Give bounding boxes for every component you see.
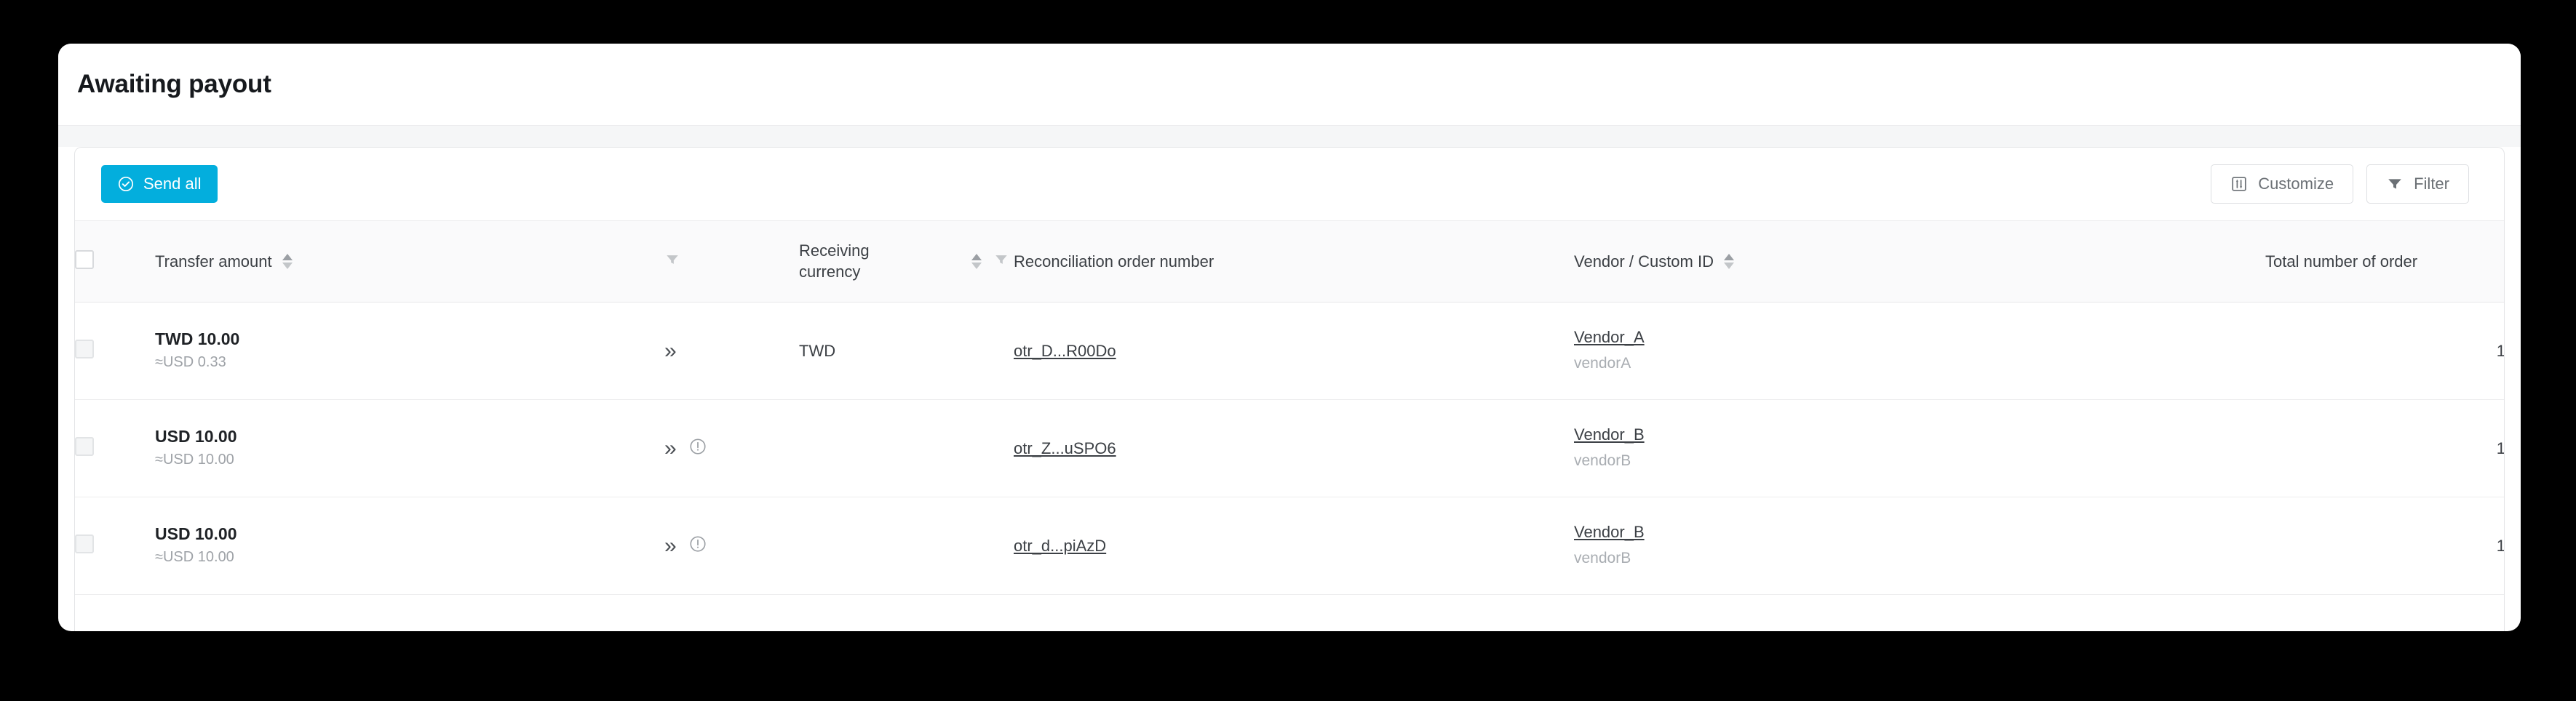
row-vendor-name-link[interactable]: Vendor_B	[1574, 522, 2265, 543]
row-amount: USD 10.00	[155, 524, 237, 543]
row-amount-cell: USD 10.00 ≈USD 10.00	[155, 399, 664, 497]
filter-button[interactable]: Filter	[2366, 164, 2469, 204]
row-vendor-id: vendorB	[1574, 452, 1631, 469]
header-transfer-amount-label: Transfer amount	[155, 252, 272, 271]
select-all-checkbox[interactable]	[75, 249, 94, 269]
header-select-all-cell	[75, 220, 155, 303]
header-receiving-currency-label: Receiving currency	[799, 241, 870, 281]
sliders-icon	[2230, 175, 2248, 193]
row-vendor-name-link[interactable]: Vendor_B	[1574, 425, 2265, 446]
row-amount-cell: TWD 10.00 ≈USD 0.33	[155, 302, 664, 400]
row-receiving-currency: TWD	[799, 341, 836, 360]
sort-vendor-custom-id-icon[interactable]	[1723, 254, 1734, 269]
header-total-number-of-order: Total number of order	[2265, 220, 2504, 303]
header-vendor-custom-id-label: Vendor / Custom ID	[1574, 252, 1714, 271]
row-vendor-cell: Vendor_B vendorB	[1574, 497, 2265, 595]
table-row[interactable]: USD 10.00 ≈USD 10.00 »	[75, 497, 2505, 595]
row-order-number-link[interactable]: otr_Z...uSPO6	[1014, 439, 1116, 457]
row-amount-cell: USD 10.00 ≈USD 10.00	[155, 497, 664, 595]
row-amount-converted: ≈USD 10.00	[155, 452, 234, 468]
row-vendor-name-link[interactable]: Vendor_A	[1574, 327, 2265, 348]
header-vendor-custom-id[interactable]: Vendor / Custom ID	[1574, 220, 2265, 303]
row-expand-cell: »	[664, 399, 799, 497]
double-chevron-right-icon[interactable]: »	[664, 437, 677, 460]
header-reconciliation-order-number-label: Reconciliation order number	[1014, 252, 1215, 271]
header-total-number-of-order-label: Total number of order	[2265, 252, 2418, 271]
table-body: TWD 10.00 ≈USD 0.33 » TWD otr_D...R00Do …	[75, 302, 2505, 595]
awaiting-payout-card: Awaiting payout Send all Customize Filte…	[58, 44, 2521, 631]
header-receiving-currency-line1: Receiving	[799, 241, 870, 260]
exclamation-circle-icon[interactable]	[688, 534, 707, 558]
funnel-icon	[2386, 175, 2404, 193]
toolbar-right-group: Customize Filter	[2211, 164, 2469, 204]
awaiting-payout-table: Transfer amount Receiving currency Recon…	[75, 220, 2505, 595]
send-all-button[interactable]: Send all	[101, 165, 218, 203]
row-expand-cell: »	[664, 302, 799, 400]
row-amount-converted: ≈USD 10.00	[155, 549, 234, 566]
toolbar-left-group: Send all	[101, 165, 218, 203]
table-row[interactable]: TWD 10.00 ≈USD 0.33 » TWD otr_D...R00Do …	[75, 302, 2505, 400]
sort-receiving-currency-icon[interactable]	[971, 254, 982, 269]
row-select-cell	[75, 399, 155, 497]
row-checkbox[interactable]	[75, 436, 94, 456]
table-row[interactable]: USD 10.00 ≈USD 10.00 »	[75, 399, 2505, 497]
row-expand-cell: »	[664, 497, 799, 595]
screen-root: Awaiting payout Send all Customize Filte…	[0, 0, 2576, 701]
customize-label: Customize	[2258, 175, 2334, 193]
row-receiving-currency-cell	[799, 497, 1014, 595]
row-order-number-cell: otr_d...piAzD	[1014, 497, 1574, 595]
row-receiving-currency-cell	[799, 399, 1014, 497]
row-vendor-cell: Vendor_B vendorB	[1574, 399, 2265, 497]
row-total-orders: 1	[2496, 536, 2505, 555]
header-transfer-amount[interactable]: Transfer amount	[155, 220, 664, 303]
send-all-label: Send all	[143, 175, 202, 193]
row-total-orders: 1	[2496, 341, 2505, 360]
card-title-bar: Awaiting payout	[58, 44, 2521, 125]
row-total-orders-cell: 1	[2265, 302, 2505, 400]
filter-transfer-amount-icon[interactable]	[664, 252, 799, 272]
header-receiving-currency[interactable]: Receiving currency	[799, 220, 1014, 303]
row-total-orders-cell: 1	[2265, 399, 2505, 497]
exclamation-circle-icon[interactable]	[688, 437, 707, 460]
row-order-number-link[interactable]: otr_d...piAzD	[1014, 537, 1106, 555]
row-amount: TWD 10.00	[155, 329, 240, 348]
row-total-orders-cell: 1	[2265, 497, 2505, 595]
row-order-number-cell: otr_D...R00Do	[1014, 302, 1574, 400]
row-total-orders: 1	[2496, 438, 2505, 457]
filter-label: Filter	[2414, 175, 2449, 193]
header-receiving-currency-line2: currency	[799, 262, 861, 281]
row-order-number-cell: otr_Z...uSPO6	[1014, 399, 1574, 497]
table-panel: Send all Customize Filter Transfer amoun…	[74, 147, 2505, 631]
table-toolbar: Send all Customize Filter	[75, 148, 2504, 220]
double-chevron-right-icon[interactable]: »	[664, 340, 677, 362]
row-checkbox[interactable]	[75, 339, 94, 358]
header-amount-filter-cell	[664, 220, 799, 303]
table-header-row: Transfer amount Receiving currency Recon…	[75, 220, 2504, 303]
row-receiving-currency-cell: TWD	[799, 302, 1014, 400]
row-checkbox[interactable]	[75, 534, 94, 553]
page-title: Awaiting payout	[77, 70, 271, 98]
row-select-cell	[75, 497, 155, 595]
section-divider-band	[58, 125, 2521, 147]
filter-receiving-currency-icon[interactable]	[993, 252, 1009, 272]
row-amount: USD 10.00	[155, 426, 237, 446]
row-order-number-link[interactable]: otr_D...R00Do	[1014, 342, 1116, 360]
header-reconciliation-order-number: Reconciliation order number	[1014, 220, 1574, 303]
double-chevron-right-icon[interactable]: »	[664, 534, 677, 557]
row-amount-converted: ≈USD 0.33	[155, 354, 226, 371]
row-vendor-id: vendorB	[1574, 549, 1631, 566]
row-vendor-cell: Vendor_A vendorA	[1574, 302, 2265, 400]
row-vendor-id: vendorA	[1574, 354, 1631, 372]
sort-transfer-amount-icon[interactable]	[282, 254, 293, 269]
check-circle-icon	[117, 175, 135, 193]
row-select-cell	[75, 302, 155, 400]
table-header: Transfer amount Receiving currency Recon…	[75, 220, 2504, 303]
customize-button[interactable]: Customize	[2211, 164, 2354, 204]
